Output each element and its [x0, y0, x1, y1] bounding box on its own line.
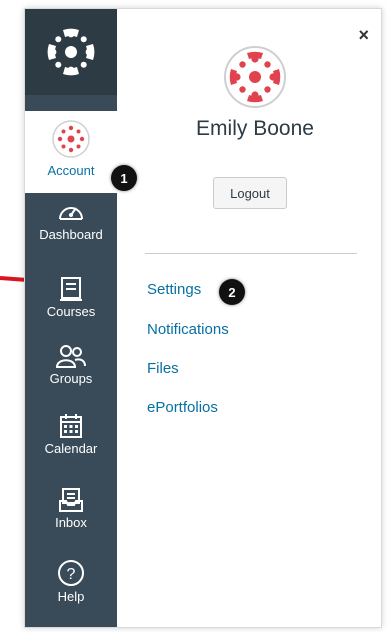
account-avatar-icon: [52, 120, 90, 158]
sidebar-item-label: Help: [57, 589, 85, 604]
sidebar-item-label: Courses: [46, 304, 96, 319]
close-icon[interactable]: ×: [358, 25, 369, 46]
sidebar-item-inbox[interactable]: Inbox: [25, 487, 117, 530]
canvas-logo-icon: [47, 28, 95, 76]
notifications-link[interactable]: Notifications: [147, 321, 229, 338]
callout-badge-1: 1: [111, 165, 137, 191]
logout-button[interactable]: Logout: [213, 177, 287, 209]
eportfolios-link[interactable]: ePortfolios: [147, 399, 218, 416]
sidebar-item-account[interactable]: Account: [25, 111, 117, 193]
settings-link[interactable]: Settings: [147, 281, 201, 298]
canvas-logo[interactable]: [25, 9, 117, 95]
svg-text:?: ?: [67, 566, 76, 583]
sidebar-item-label: Calendar: [44, 441, 98, 456]
courses-icon: [60, 277, 82, 301]
user-avatar: [224, 46, 286, 108]
sidebar-item-calendar[interactable]: Calendar: [25, 413, 117, 456]
global-sidebar: Account Dashboard Courses Groups Calenda…: [25, 9, 117, 627]
files-link[interactable]: Files: [147, 360, 179, 377]
groups-icon: [55, 345, 86, 368]
sidebar-item-label: Account: [47, 163, 95, 178]
sidebar-item-label: Groups: [49, 371, 93, 386]
sidebar-item-courses[interactable]: Courses: [25, 276, 117, 319]
sidebar-item-dashboard[interactable]: Dashboard: [25, 199, 117, 242]
dashboard-icon: [59, 207, 83, 220]
sidebar-item-help[interactable]: ? Help: [25, 559, 117, 604]
callout-badge-2: 2: [219, 279, 245, 305]
help-icon: ?: [58, 560, 84, 586]
sidebar-item-label: Inbox: [55, 515, 87, 530]
global-nav-tray: Account Dashboard Courses Groups Calenda…: [24, 8, 382, 628]
user-name: Emily Boone: [196, 117, 314, 140]
inbox-icon: [59, 488, 83, 512]
sidebar-item-groups[interactable]: Groups: [25, 343, 117, 386]
calendar-icon: [60, 414, 82, 438]
divider: [145, 253, 357, 254]
sidebar-item-label: Dashboard: [39, 227, 103, 242]
